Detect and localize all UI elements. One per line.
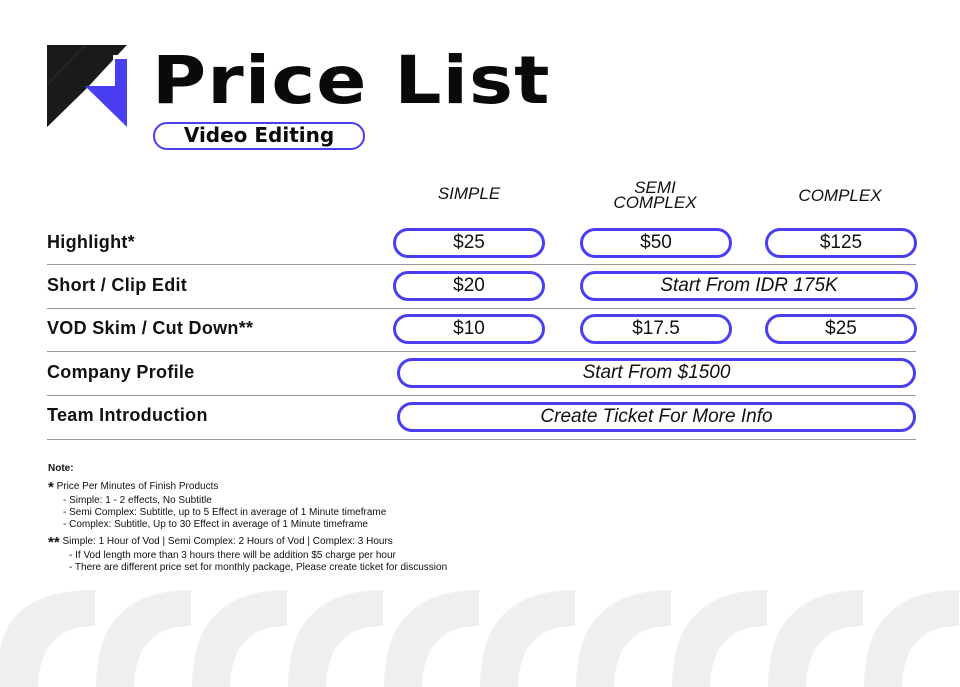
note-2-title: Simple: 1 Hour of Vod | Semi Complex: 2 … [62, 536, 393, 548]
note-2-title-line: ** Simple: 1 Hour of Vod | Semi Complex:… [48, 534, 447, 552]
price-company-profile: Start From $1500 [397, 358, 916, 388]
price-vod-complex: $25 [765, 314, 917, 344]
page-title: Price List [152, 42, 551, 119]
price-highlight-complex: $125 [765, 228, 917, 258]
note-1-title-line: * Price Per Minutes of Finish Products [48, 479, 447, 497]
row-label-highlight: Highlight* [47, 232, 135, 252]
note-2-item: - If Vod length more than 3 hours there … [69, 549, 396, 561]
notes-section: Note: * Price Per Minutes of Finish Prod… [48, 463, 447, 574]
row-label-short-clip: Short / Clip Edit [47, 275, 188, 295]
price-vod-simple: $10 [393, 314, 545, 344]
note-1-item: - Semi Complex: Subtitle, up to 5 Effect… [63, 506, 387, 518]
price-team-introduction: Create Ticket For More Info [397, 402, 916, 432]
price-short-simple: $20 [393, 271, 545, 301]
row-divider [47, 264, 916, 265]
note-1-marker: * [48, 479, 54, 497]
row-label-team-introduction: Team Introduction [47, 405, 208, 425]
note-1-title: Price Per Minutes of Finish Products [56, 481, 219, 493]
column-header-semi-line2: COMPLEX [613, 193, 697, 212]
decorative-arcs [0, 590, 959, 687]
note-1-item: - Simple: 1 - 2 effects, No Subtitle [63, 494, 212, 506]
column-header-simple: SIMPLE [437, 184, 501, 203]
row-label-vod-skim: VOD Skim / Cut Down** [47, 318, 254, 338]
price-vod-semi: $17.5 [580, 314, 732, 344]
price-short-semi-complex: Start From IDR 175K [580, 271, 918, 301]
column-header-complex: COMPLEX [798, 186, 882, 205]
row-divider [47, 395, 916, 396]
k-logo-icon [47, 45, 127, 127]
subtitle-badge: Video Editing [153, 122, 365, 150]
price-highlight-simple: $25 [393, 228, 545, 258]
row-divider [47, 308, 916, 309]
note-2-item: - There are different price set for mont… [69, 562, 448, 574]
column-header-semi-complex: SEMI COMPLEX [575, 179, 735, 212]
row-divider [47, 351, 916, 352]
row-divider [47, 439, 916, 440]
notes-heading: Note: [48, 463, 74, 474]
row-label-company-profile: Company Profile [47, 362, 195, 382]
price-highlight-semi: $50 [580, 228, 732, 258]
note-1-item: - Complex: Subtitle, Up to 30 Effect in … [63, 519, 368, 531]
note-2-marker: ** [48, 534, 60, 552]
